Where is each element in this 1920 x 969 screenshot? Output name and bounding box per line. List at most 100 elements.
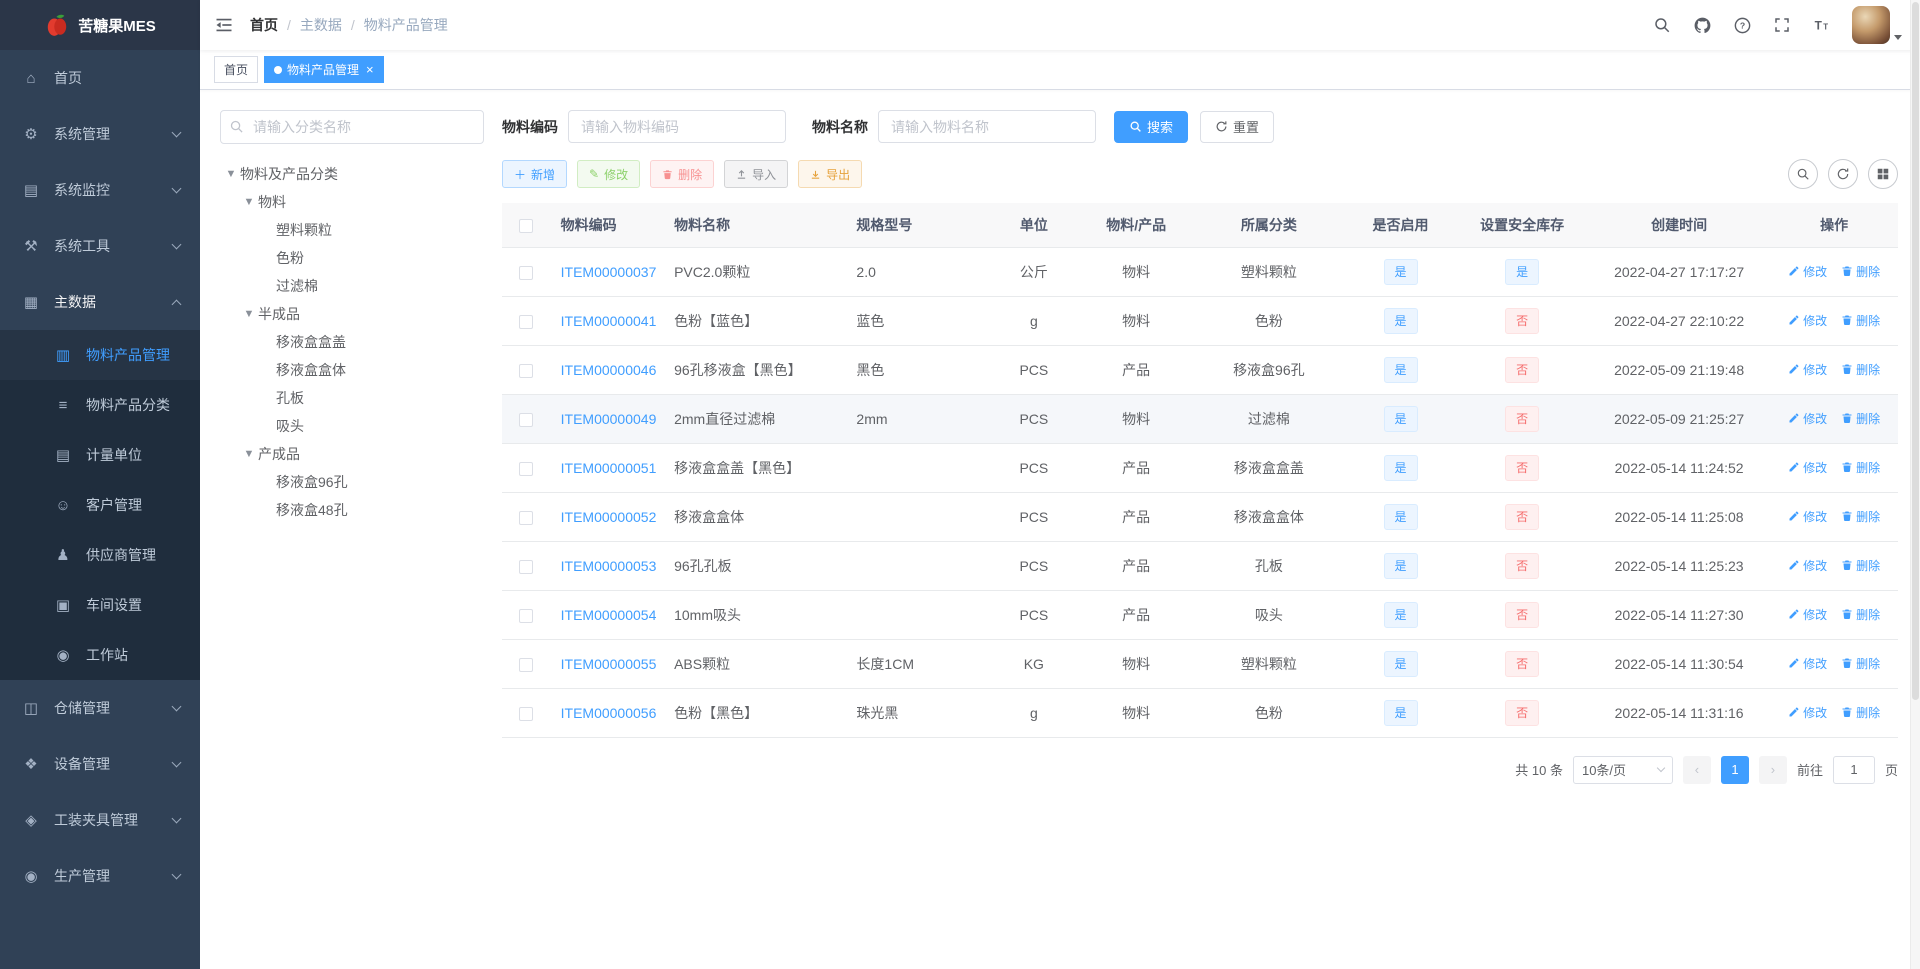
material-code-link[interactable]: ITEM00000046 [561, 362, 657, 378]
page-size-select[interactable]: 10条/页 [1572, 755, 1673, 784]
goto-page-input[interactable] [1832, 755, 1875, 784]
tree-node-10[interactable]: ▼ 产成品 [220, 440, 484, 468]
add-button[interactable]: ＋ 新增 [502, 160, 568, 188]
material-code-input[interactable] [568, 110, 786, 143]
row-edit-button[interactable]: 修改 [1788, 312, 1827, 329]
material-code-link[interactable]: ITEM00000053 [561, 558, 657, 574]
column-settings-button[interactable] [1868, 159, 1898, 189]
search-icon[interactable] [1652, 15, 1672, 35]
material-code-link[interactable]: ITEM00000052 [561, 509, 657, 525]
material-code-link[interactable]: ITEM00000051 [561, 460, 657, 476]
fullscreen-icon[interactable] [1772, 15, 1792, 35]
row-delete-button[interactable]: 删除 [1841, 557, 1880, 574]
material-code-link[interactable]: ITEM00000054 [561, 607, 657, 623]
tab-0[interactable]: 首页 [214, 56, 259, 83]
tree-node-11[interactable]: ▼移液盒96孔 [220, 468, 484, 496]
next-page-button[interactable]: › [1758, 755, 1787, 784]
row-checkbox[interactable] [519, 608, 534, 623]
sidebar-item-workstation[interactable]: ◉ 工作站 [0, 630, 200, 680]
tree-node-2[interactable]: ▼塑料颗粒 [220, 216, 484, 244]
sidebar-item-equipment-manage[interactable]: ❖ 设备管理 [0, 736, 200, 792]
row-edit-button[interactable]: 修改 [1788, 410, 1827, 427]
user-avatar[interactable] [1852, 6, 1890, 44]
sidebar-item-material-product-manage[interactable]: ▥ 物料产品管理 [0, 330, 200, 380]
row-checkbox[interactable] [519, 314, 534, 329]
material-code-link[interactable]: ITEM00000055 [561, 656, 657, 672]
github-icon[interactable] [1692, 15, 1712, 35]
toggle-search-button[interactable] [1788, 159, 1818, 189]
sidebar-item-system-manage[interactable]: ⚙ 系统管理 [0, 106, 200, 162]
row-delete-button[interactable]: 删除 [1841, 655, 1880, 672]
row-edit-button[interactable]: 修改 [1788, 557, 1827, 574]
reset-button[interactable]: 重置 [1200, 110, 1275, 143]
tree-node-0[interactable]: ▼ 物料及产品分类 [220, 160, 484, 188]
select-all-checkbox[interactable] [519, 218, 534, 233]
row-checkbox[interactable] [519, 363, 534, 378]
sidebar-item-master-data[interactable]: ▦ 主数据 [0, 274, 200, 330]
scrollbar[interactable] [1910, 0, 1920, 969]
row-delete-button[interactable]: 删除 [1841, 312, 1880, 329]
tree-node-3[interactable]: ▼色粉 [220, 244, 484, 272]
row-delete-button[interactable]: 删除 [1841, 459, 1880, 476]
user-menu[interactable] [1852, 6, 1902, 44]
row-edit-button[interactable]: 修改 [1788, 606, 1827, 623]
material-code-link[interactable]: ITEM00000049 [561, 411, 657, 427]
sidebar-item-warehouse-manage[interactable]: ◫ 仓储管理 [0, 680, 200, 736]
app-logo[interactable]: 苦糖果MES [0, 0, 200, 50]
row-checkbox[interactable] [519, 559, 534, 574]
row-edit-button[interactable]: 修改 [1788, 361, 1827, 378]
sidebar-item-production-manage[interactable]: ◉ 生产管理 [0, 848, 200, 904]
hamburger-icon[interactable] [214, 15, 234, 35]
row-edit-button[interactable]: 修改 [1788, 263, 1827, 280]
row-checkbox[interactable] [519, 461, 534, 476]
tree-node-7[interactable]: ▼移液盒盒体 [220, 356, 484, 384]
row-checkbox[interactable] [519, 510, 534, 525]
tree-node-5[interactable]: ▼ 半成品 [220, 300, 484, 328]
row-delete-button[interactable]: 删除 [1841, 361, 1880, 378]
tab-1[interactable]: 物料产品管理 × [264, 56, 384, 83]
row-edit-button[interactable]: 修改 [1788, 459, 1827, 476]
row-edit-button[interactable]: 修改 [1788, 704, 1827, 721]
import-button[interactable]: 导入 [724, 160, 789, 188]
sidebar-item-system-monitor[interactable]: ▤ 系统监控 [0, 162, 200, 218]
row-edit-button[interactable]: 修改 [1788, 508, 1827, 525]
row-delete-button[interactable]: 删除 [1841, 410, 1880, 427]
breadcrumb-item-0[interactable]: 首页 [250, 15, 278, 35]
edit-button[interactable]: ✎ 修改 [577, 160, 641, 188]
tree-node-8[interactable]: ▼孔板 [220, 384, 484, 412]
tree-node-4[interactable]: ▼过滤棉 [220, 272, 484, 300]
tree-node-9[interactable]: ▼吸头 [220, 412, 484, 440]
row-delete-button[interactable]: 删除 [1841, 508, 1880, 525]
tree-node-6[interactable]: ▼移液盒盒盖 [220, 328, 484, 356]
scrollbar-thumb[interactable] [1912, 2, 1919, 700]
row-edit-button[interactable]: 修改 [1788, 655, 1827, 672]
sidebar-item-system-tools[interactable]: ⚒ 系统工具 [0, 218, 200, 274]
sidebar-item-workshop-settings[interactable]: ▣ 车间设置 [0, 580, 200, 630]
row-checkbox[interactable] [519, 265, 534, 280]
material-code-link[interactable]: ITEM00000037 [561, 264, 657, 280]
sidebar-item-material-product-category[interactable]: ≡ 物料产品分类 [0, 380, 200, 430]
export-button[interactable]: 导出 [798, 160, 863, 188]
material-code-link[interactable]: ITEM00000056 [561, 705, 657, 721]
row-delete-button[interactable]: 删除 [1841, 606, 1880, 623]
sidebar-item-home[interactable]: ⌂ 首页 [0, 50, 200, 106]
page-number-button[interactable]: 1 [1720, 755, 1749, 784]
row-checkbox[interactable] [519, 412, 534, 427]
close-icon[interactable]: × [366, 63, 374, 76]
material-name-input[interactable] [878, 110, 1096, 143]
sidebar-item-customer-manage[interactable]: ☺ 客户管理 [0, 480, 200, 530]
row-delete-button[interactable]: 删除 [1841, 704, 1880, 721]
refresh-table-button[interactable] [1828, 159, 1858, 189]
question-icon[interactable]: ? [1732, 15, 1752, 35]
row-checkbox[interactable] [519, 706, 534, 721]
sidebar-item-fixture-manage[interactable]: ◈ 工装夹具管理 [0, 792, 200, 848]
sidebar-item-measure-unit[interactable]: ▤ 计量单位 [0, 430, 200, 480]
sidebar-item-supplier-manage[interactable]: ♟ 供应商管理 [0, 530, 200, 580]
delete-button[interactable]: 删除 [650, 160, 715, 188]
font-size-icon[interactable]: TT [1812, 15, 1832, 35]
tree-node-12[interactable]: ▼移液盒48孔 [220, 496, 484, 524]
prev-page-button[interactable]: ‹ [1682, 755, 1711, 784]
search-button[interactable]: 搜索 [1114, 110, 1189, 143]
row-checkbox[interactable] [519, 657, 534, 672]
material-code-link[interactable]: ITEM00000041 [561, 313, 657, 329]
